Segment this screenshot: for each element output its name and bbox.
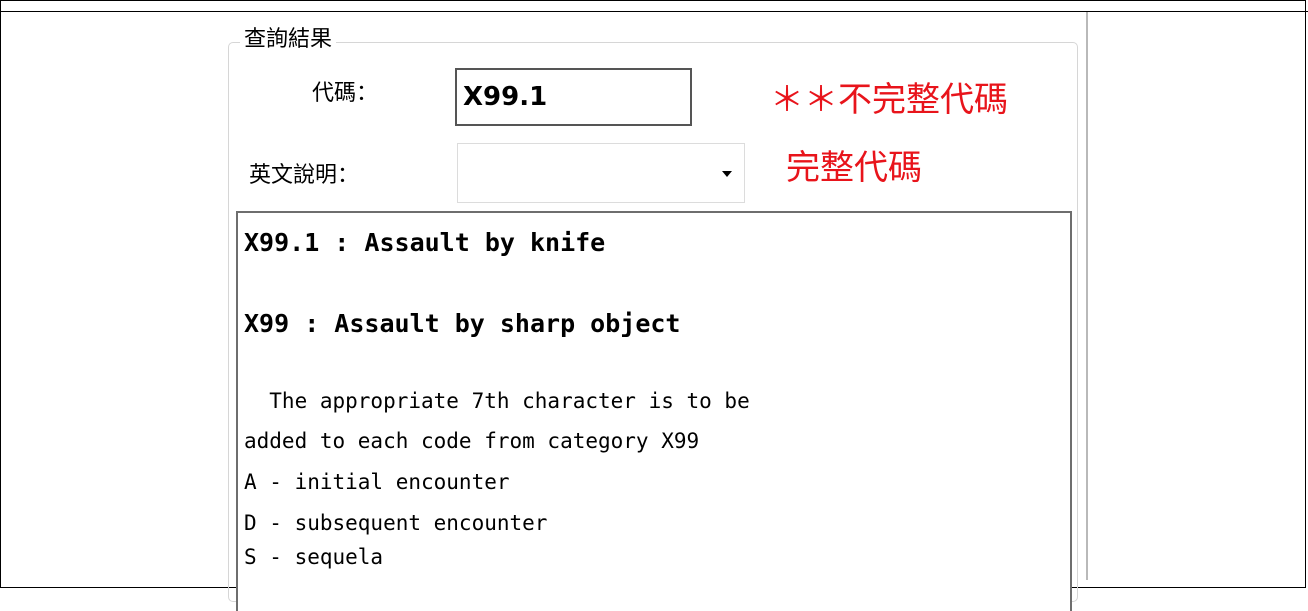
complete-code-note: 完整代碼 bbox=[786, 148, 922, 188]
english-description-label: 英文說明： bbox=[249, 163, 360, 188]
incomplete-code-note: ＊＊不完整代碼 bbox=[770, 80, 1008, 120]
result-line: D - subsequent encounter bbox=[244, 511, 548, 535]
result-heading-category: X99 : Assault by sharp object bbox=[244, 309, 681, 338]
result-heading-code: X99.1 : Assault by knife bbox=[244, 228, 606, 257]
code-label: 代碼： bbox=[312, 81, 379, 106]
top-divider bbox=[0, 0, 1308, 12]
chevron-down-icon[interactable] bbox=[722, 171, 732, 177]
result-line: S - sequela bbox=[244, 545, 384, 569]
result-line: A - initial encounter bbox=[244, 470, 510, 494]
result-line: added to each code from category X99 bbox=[244, 429, 700, 453]
english-description-select[interactable] bbox=[457, 143, 745, 203]
result-text-area[interactable]: X99.1 : Assault by knife X99 : Assault b… bbox=[236, 211, 1072, 611]
panel-divider bbox=[1086, 12, 1088, 580]
code-input[interactable] bbox=[455, 68, 692, 126]
result-line: The appropriate 7th character is to be bbox=[244, 389, 750, 413]
query-result-title: 查詢結果 bbox=[240, 26, 337, 54]
